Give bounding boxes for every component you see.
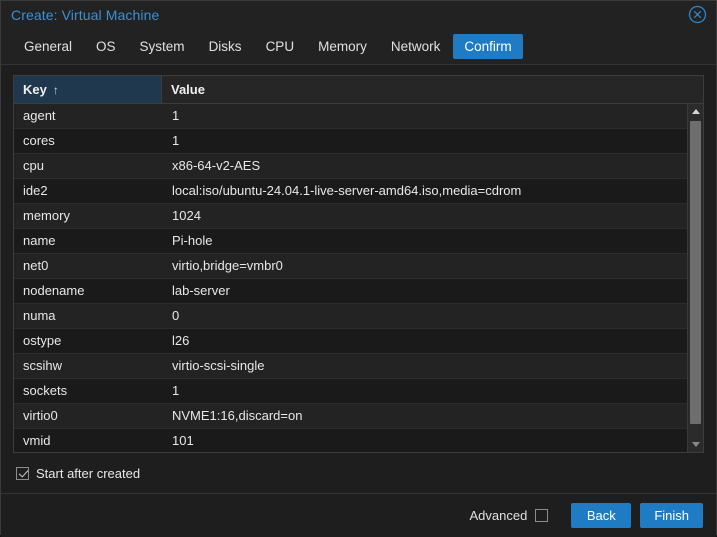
cell-key: memory: [23, 208, 70, 223]
start-after-created-label[interactable]: Start after created: [36, 466, 140, 481]
cell-value: 1: [172, 383, 180, 398]
dialog-footer: Advanced Back Finish: [1, 493, 716, 537]
table-row[interactable]: ide2 local:iso/ubuntu-24.04.1-live-server…: [14, 179, 703, 204]
cell-value: Pi-hole: [172, 233, 213, 248]
column-header-value[interactable]: Value: [162, 76, 703, 103]
cell-key: agent: [23, 108, 56, 123]
column-header-value-label: Value: [171, 82, 205, 97]
start-after-created-row: Start after created: [13, 453, 704, 493]
scroll-down-icon[interactable]: [688, 437, 703, 452]
grid-vertical-scrollbar[interactable]: [687, 104, 703, 452]
close-icon[interactable]: [688, 5, 707, 24]
tab-cpu[interactable]: CPU: [255, 34, 306, 59]
table-row[interactable]: memory 1024: [14, 204, 703, 229]
scroll-up-icon[interactable]: [688, 104, 703, 119]
table-row[interactable]: cpu x86-64-v2-AES: [14, 154, 703, 179]
table-row[interactable]: virtio0 NVME1:16,discard=on: [14, 404, 703, 429]
cell-key: net0: [23, 258, 49, 273]
table-row[interactable]: agent 1: [14, 104, 703, 129]
tab-disks[interactable]: Disks: [198, 34, 253, 59]
cell-key: cpu: [23, 158, 44, 173]
cell-value: NVME1:16,discard=on: [172, 408, 303, 423]
cell-key: nodename: [23, 283, 85, 298]
table-row[interactable]: net0 virtio,bridge=vmbr0: [14, 254, 703, 279]
cell-key: ostype: [23, 333, 62, 348]
table-row[interactable]: scsihw virtio-scsi-single: [14, 354, 703, 379]
grid-scroll-viewport: agent 1 cores 1 cpu x86-64-v2-AES ide2 local:is…: [14, 104, 703, 452]
table-row[interactable]: name Pi-hole: [14, 229, 703, 254]
sort-ascending-icon: ↑: [52, 82, 59, 97]
table-row[interactable]: numa 0: [14, 304, 703, 329]
dialog-body: Key ↑ Value agent 1 cores 1 cpu x86-64-v2-AES…: [1, 65, 716, 493]
cell-value: 101: [172, 433, 194, 448]
cell-value: virtio-scsi-single: [172, 358, 265, 373]
cell-key: sockets: [23, 383, 68, 398]
table-row[interactable]: vmid 101: [14, 429, 703, 452]
summary-grid: Key ↑ Value agent 1 cores 1 cpu x86-64-v2-AES…: [13, 75, 704, 453]
start-after-created-checkbox[interactable]: [16, 466, 29, 480]
grid-header-row: Key ↑ Value: [14, 76, 703, 104]
cell-value: 1: [172, 108, 180, 123]
cell-value: 1: [172, 133, 180, 148]
advanced-checkbox[interactable]: [535, 509, 549, 522]
cell-value: l26: [172, 333, 190, 348]
column-header-key-label: Key: [23, 82, 47, 97]
tab-confirm[interactable]: Confirm: [453, 33, 523, 59]
cell-key: ide2: [23, 183, 48, 198]
tab-general[interactable]: General: [13, 34, 83, 59]
table-row[interactable]: cores 1: [14, 129, 703, 154]
scrollbar-thumb[interactable]: [690, 121, 701, 424]
cell-key: vmid: [23, 433, 51, 448]
cell-value: x86-64-v2-AES: [172, 158, 261, 173]
cell-key: cores: [23, 133, 55, 148]
cell-value: 0: [172, 308, 180, 323]
cell-key: scsihw: [23, 358, 63, 373]
tab-network[interactable]: Network: [380, 34, 452, 59]
tab-system[interactable]: System: [129, 34, 196, 59]
cell-value: virtio,bridge=vmbr0: [172, 258, 283, 273]
back-button[interactable]: Back: [571, 503, 632, 528]
cell-key: virtio0: [23, 408, 58, 423]
cell-value: 1024: [172, 208, 201, 223]
wizard-tabbar: General OS System Disks CPU Memory Netwo…: [1, 28, 716, 65]
column-header-key[interactable]: Key ↑: [14, 76, 162, 103]
dialog-titlebar: Create: Virtual Machine: [1, 1, 716, 28]
table-row[interactable]: sockets 1: [14, 379, 703, 404]
create-vm-dialog: Create: Virtual Machine General OS Syste…: [0, 0, 717, 537]
table-row[interactable]: ostype l26: [14, 329, 703, 354]
table-row[interactable]: nodename lab-server: [14, 279, 703, 304]
finish-button[interactable]: Finish: [640, 503, 703, 528]
cell-key: numa: [23, 308, 56, 323]
tab-os[interactable]: OS: [85, 34, 127, 59]
cell-value: local:iso/ubuntu-24.04.1-live-server-amd…: [172, 183, 522, 198]
tab-memory[interactable]: Memory: [307, 34, 378, 59]
cell-value: lab-server: [172, 283, 230, 298]
cell-key: name: [23, 233, 56, 248]
grid-rows: agent 1 cores 1 cpu x86-64-v2-AES ide2 local:is…: [14, 104, 703, 452]
dialog-title: Create: Virtual Machine: [11, 6, 160, 23]
advanced-label: Advanced: [469, 508, 528, 523]
